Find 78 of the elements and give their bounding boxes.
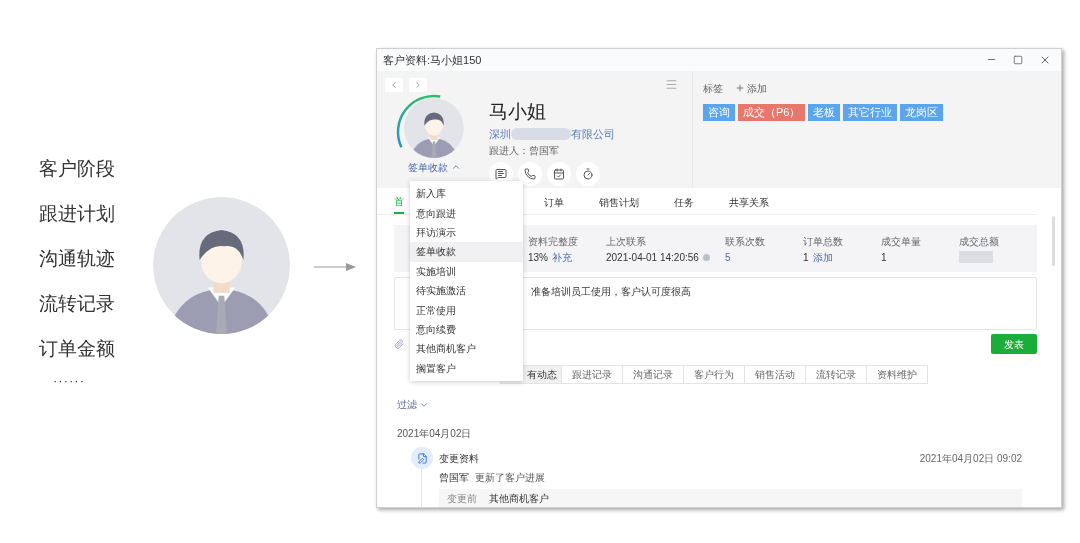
company-name: 深圳: [489, 126, 511, 142]
stage-menu-item[interactable]: 签单收款: [410, 242, 523, 262]
tag: 其它行业: [843, 103, 898, 121]
activity-tab[interactable]: 资料维护: [866, 365, 928, 384]
stat-label: 联系次数: [724, 235, 766, 250]
tab[interactable]: 共享关系: [729, 192, 769, 215]
stat-label: 上次联系: [606, 235, 647, 250]
filter-dropdown[interactable]: 过滤: [397, 397, 429, 412]
feature-label: 客户阶段: [39, 157, 115, 181]
stat-value: 1: [802, 251, 809, 266]
company-name: 有限公司: [571, 126, 615, 142]
arrow-icon: [314, 262, 356, 272]
customer-name: 马小姐: [489, 99, 547, 124]
menu-icon[interactable]: [665, 78, 678, 92]
stat-action-link[interactable]: 添加: [812, 250, 833, 266]
stage-menu-item[interactable]: 其他商机客户: [410, 339, 523, 359]
maximize-icon[interactable]: [1013, 54, 1023, 65]
date-heading: 2021年04月02日: [397, 427, 473, 441]
back-icon: [389, 79, 399, 90]
change-label: 变更前: [447, 491, 477, 506]
entry-actor: 曾国军: [439, 471, 469, 485]
ring-arc-drawing: [396, 94, 441, 148]
stage-menu-item[interactable]: 正常使用: [410, 300, 523, 320]
entry-time: 2021年04月02日 09:02: [919, 451, 1022, 466]
feature-label: 沟通轨迹: [39, 247, 115, 271]
feature-label: 流转记录: [39, 292, 115, 316]
paperclip-icon[interactable]: [394, 339, 404, 349]
ellipsis: ······: [53, 372, 85, 390]
stat-label: 成交单量: [880, 235, 922, 250]
forward-icon: [413, 79, 423, 90]
tab[interactable]: 任务: [674, 192, 694, 215]
plus-icon: [735, 83, 745, 94]
feature-label: 订单金额: [39, 337, 115, 361]
stage-menu-item[interactable]: 拜访演示: [410, 222, 523, 243]
stat-label: 订单总数: [802, 235, 844, 250]
entry-action: 更新了客户进展: [475, 471, 545, 485]
schedule-button[interactable]: [547, 162, 571, 187]
activity-tab[interactable]: 客户行为: [683, 365, 745, 384]
phone-icon: [524, 168, 536, 181]
stat-action-link[interactable]: 补充: [552, 250, 572, 266]
stat-value: 13%: [528, 251, 548, 266]
tag: 龙岗区: [900, 103, 944, 121]
stage-selector[interactable]: 签单收款: [407, 159, 461, 175]
message-icon: [495, 168, 507, 181]
stat-label: 成交总额: [958, 235, 1000, 250]
redaction-blur: [958, 251, 993, 264]
timer-button[interactable]: [576, 162, 600, 187]
stat-value: 2021-04-01 14:20:56: [606, 251, 699, 266]
stat-label: 资料完整度: [528, 235, 579, 250]
tab[interactable]: 订单: [544, 192, 564, 215]
tab[interactable]: 销售计划: [599, 192, 639, 215]
stat-value: 5: [724, 251, 731, 266]
activity-tab[interactable]: 销售活动: [744, 365, 806, 384]
feature-label: 跟进计划: [39, 202, 115, 226]
tag: 老板: [808, 103, 841, 121]
activity-tab[interactable]: 沟通记录: [622, 365, 684, 384]
add-tag-button[interactable]: 添加: [735, 80, 767, 96]
info-icon: [702, 254, 710, 262]
tag: 成交（P6）: [738, 103, 806, 121]
stopwatch-icon: [582, 168, 594, 181]
stage-menu-item[interactable]: 待实施激活: [410, 280, 523, 301]
tags-label: 标签: [703, 81, 723, 96]
scrollbar: [1052, 216, 1055, 266]
stage-menu-item[interactable]: 新入库: [410, 184, 523, 204]
change-value: 其他商机客户: [489, 491, 549, 506]
profile-avatar: [404, 97, 464, 158]
call-button[interactable]: [518, 162, 542, 187]
activity-tab[interactable]: 流转记录: [805, 365, 867, 384]
stat-value: 1: [880, 251, 887, 266]
activity-tab[interactable]: 跟进记录: [561, 365, 623, 384]
calendar-icon: [553, 168, 565, 181]
stage-menu-item[interactable]: 意向跟进: [410, 203, 523, 223]
entry-title: 变更资料: [439, 451, 479, 466]
redaction-blur: [511, 127, 571, 140]
follower-label: 跟进人：曾国军: [489, 144, 560, 159]
edit-document-icon: [411, 447, 433, 469]
tag: 咨询: [703, 103, 735, 121]
window-title: 客户资料:马小姐150: [383, 52, 482, 68]
